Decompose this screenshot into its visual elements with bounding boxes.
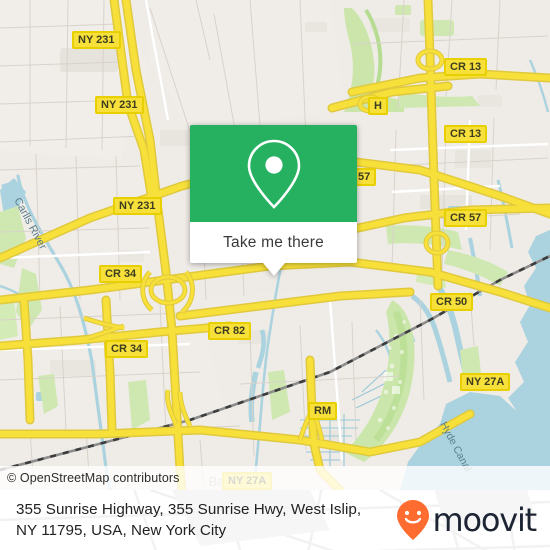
moovit-wordmark: moovit xyxy=(432,501,537,539)
road-shield-ny231-a[interactable]: NY 231 xyxy=(72,31,121,49)
road-shield-ny231-c[interactable]: NY 231 xyxy=(113,197,162,215)
road-shield-ny27a-b[interactable]: NY 27A xyxy=(460,373,511,391)
road-shield-cr34-b[interactable]: CR 34 xyxy=(105,340,149,358)
map-pin-icon xyxy=(247,139,300,209)
road-shield-cr50[interactable]: CR 50 xyxy=(430,293,474,311)
take-me-there-button[interactable]: Take me there xyxy=(223,234,324,252)
map-attribution-bar: © OpenStreetMap contributors xyxy=(0,466,550,490)
moovit-logo[interactable]: moovit xyxy=(396,499,540,541)
map-screenshot-page: Carlls River Hyde Canal Babylon NY 231 N… xyxy=(0,0,550,550)
road-shield-cr13-a[interactable]: CR 13 xyxy=(444,58,488,76)
road-shield-cr13-b[interactable]: CR 13 xyxy=(444,125,488,143)
popup-footer: Take me there xyxy=(190,222,357,263)
road-shield-cr34-a[interactable]: CR 34 xyxy=(99,265,143,283)
popup-tail xyxy=(262,263,285,276)
address-line-2: NY 11795, USA, New York City xyxy=(16,522,227,539)
road-shield-cr57[interactable]: CR 57 xyxy=(444,209,488,227)
location-popup-card[interactable]: Take me there xyxy=(190,125,357,276)
attribution-text: © OpenStreetMap contributors xyxy=(7,471,180,485)
popup-header xyxy=(190,125,357,222)
moovit-pin-smiley-icon xyxy=(397,500,430,540)
hospital-shield-h[interactable]: H xyxy=(368,97,388,115)
road-shield-ny231-b[interactable]: NY 231 xyxy=(95,96,144,114)
address-line-1: 355 Sunrise Highway, 355 Sunrise Hwy, We… xyxy=(16,501,362,518)
road-shield-rm[interactable]: RM xyxy=(308,402,338,420)
footer-bar: 355 Sunrise Highway, 355 Sunrise Hwy, We… xyxy=(0,490,550,550)
address-text: 355 Sunrise Highway, 355 Sunrise Hwy, We… xyxy=(16,499,396,541)
road-shield-cr82[interactable]: CR 82 xyxy=(208,322,252,340)
